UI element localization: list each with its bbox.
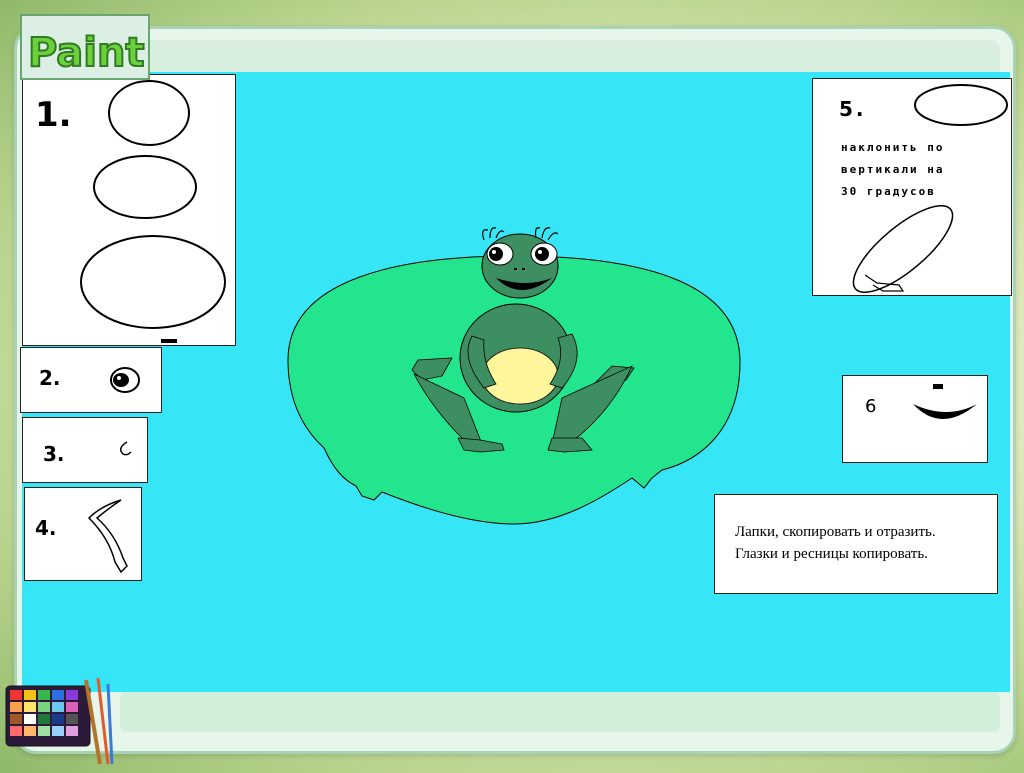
svg-text:Paint: Paint — [28, 30, 145, 76]
step-4-panel: 4. — [24, 487, 142, 581]
eye-icon — [110, 367, 140, 393]
paint-palette-icon — [0, 672, 130, 768]
drawing-canvas: 1. 2. 3. 4. 5. наклонить по вертикали на… — [20, 72, 1012, 692]
eyelash-icon — [120, 441, 132, 456]
paint-logo: Paint — [20, 14, 150, 80]
ellipse-examples — [80, 80, 226, 343]
step-3-panel: 3. — [22, 417, 148, 483]
tilted-ellipse-example — [852, 84, 1008, 294]
step-6-panel: 6 — [842, 375, 988, 463]
leg-shape-icon — [87, 499, 128, 574]
slide-footer-band — [120, 692, 1000, 732]
frog-illustration — [287, 227, 741, 525]
note-line-2: Глазки и ресницы копировать. — [735, 546, 928, 562]
note-line-1: Лапки, скопировать и отразить. — [735, 524, 936, 540]
step-2-panel: 2. — [20, 347, 162, 413]
mouth-shape-icon — [913, 384, 977, 419]
step-5-panel: 5. наклонить по вертикали на 30 градусов — [812, 78, 1012, 296]
step-1-panel: 1. — [22, 74, 236, 346]
